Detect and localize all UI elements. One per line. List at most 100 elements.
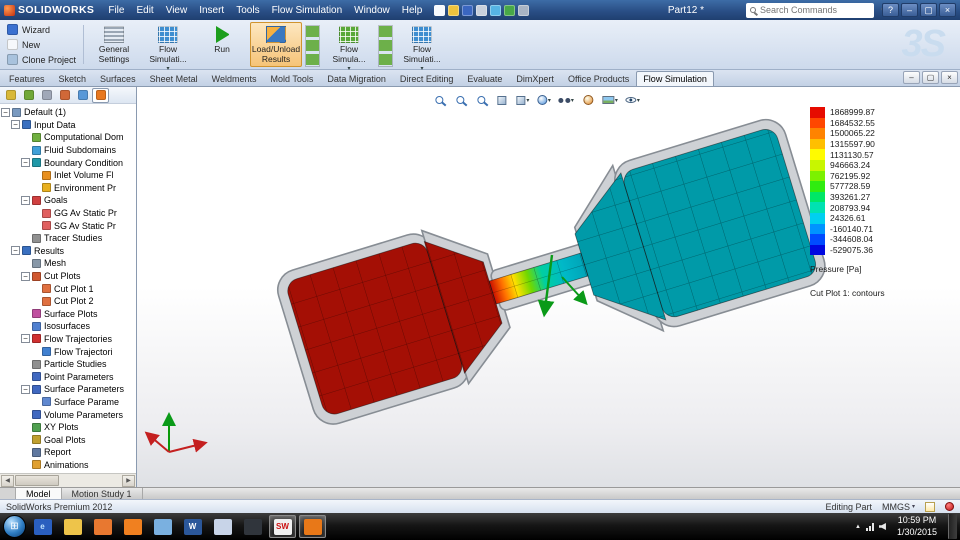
- menu-item[interactable]: Tools: [230, 2, 265, 19]
- solidworks-icon[interactable]: SW: [269, 515, 296, 538]
- word-icon[interactable]: W: [179, 515, 206, 538]
- view-orientation-icon[interactable]: ▾: [515, 92, 531, 108]
- dimxpertmanager-tab[interactable]: [56, 88, 73, 103]
- firefox-icon[interactable]: [119, 515, 146, 538]
- show-desktop-button[interactable]: [948, 514, 957, 539]
- command-tab[interactable]: Sheet Metal: [143, 71, 205, 86]
- wizard-button[interactable]: Wizard: [4, 24, 79, 35]
- tree-item[interactable]: − Flow Trajectories: [0, 333, 136, 346]
- tree-expand-toggle[interactable]: −: [21, 158, 30, 168]
- tree-item[interactable]: − Goals: [0, 194, 136, 207]
- tree-item[interactable]: − Default (1): [0, 106, 136, 119]
- scroll-thumb[interactable]: [15, 475, 59, 486]
- flow-simulation-display-button[interactable]: Flow Simula... ▾: [323, 22, 375, 72]
- tree-expand-toggle[interactable]: −: [21, 384, 30, 394]
- tree-item[interactable]: − Results: [0, 245, 136, 258]
- goals-icon-stack[interactable]: ▾: [377, 22, 394, 67]
- dropdown-arrow-icon[interactable]: ▾: [637, 97, 640, 104]
- media-player-icon[interactable]: [89, 515, 116, 538]
- model-tab[interactable]: Model: [16, 488, 62, 499]
- vlc-icon[interactable]: [239, 515, 266, 538]
- menu-item[interactable]: Flow Simulation: [266, 2, 349, 19]
- menu-item[interactable]: Edit: [130, 2, 159, 19]
- minimize-button[interactable]: –: [901, 3, 918, 17]
- zoom-area-icon[interactable]: ▾: [452, 92, 468, 108]
- tree-item[interactable]: Animations: [0, 459, 136, 472]
- tree-item[interactable]: Cut Plot 1: [0, 282, 136, 295]
- libraries-icon[interactable]: [149, 515, 176, 538]
- command-tab[interactable]: Direct Editing: [393, 71, 461, 86]
- menu-item[interactable]: Insert: [193, 2, 230, 19]
- command-tab[interactable]: Surfaces: [93, 71, 143, 86]
- command-tab[interactable]: Office Products: [561, 71, 636, 86]
- options-icon[interactable]: [518, 4, 530, 16]
- tree-item[interactable]: Point Parameters: [0, 370, 136, 383]
- model-tab[interactable]: Motion Study 1: [62, 488, 143, 499]
- menu-item[interactable]: Window: [348, 2, 396, 19]
- windows-explorer-icon[interactable]: [59, 515, 86, 538]
- dropdown-arrow-icon[interactable]: ▾: [421, 66, 424, 73]
- start-button[interactable]: ⊞: [3, 515, 26, 538]
- command-tab[interactable]: Weldments: [205, 71, 264, 86]
- dropdown-arrow-icon[interactable]: ▾: [571, 97, 574, 104]
- propertymanager-tab[interactable]: [20, 88, 37, 103]
- taskbar-clock[interactable]: 10:59 PM 1/30/2015: [891, 515, 943, 538]
- flow-simulation-features-button[interactable]: Flow Simulati... ▾: [142, 22, 194, 72]
- hide-show-items-icon[interactable]: ▾: [557, 92, 575, 108]
- display-style-icon[interactable]: ▾: [536, 92, 552, 108]
- print-icon[interactable]: [476, 4, 488, 16]
- status-alert-icon[interactable]: [945, 502, 954, 511]
- tree-item[interactable]: Cut Plot 2: [0, 295, 136, 308]
- previous-view-icon[interactable]: ▾: [473, 92, 489, 108]
- tree-item[interactable]: Isosurfaces: [0, 320, 136, 333]
- doc-restore-button[interactable]: ▢: [922, 71, 939, 84]
- configurationmanager-tab[interactable]: [38, 88, 55, 103]
- dropdown-arrow-icon[interactable]: ▾: [615, 97, 618, 104]
- tree-expand-toggle[interactable]: −: [11, 120, 20, 130]
- tree-item[interactable]: Particle Studies: [0, 358, 136, 371]
- tree-item[interactable]: Goal Plots: [0, 433, 136, 446]
- load-unload-results-button[interactable]: Load/Unload Results ▾: [250, 22, 303, 67]
- tree-expand-toggle[interactable]: −: [21, 271, 30, 281]
- tree-item[interactable]: Mesh: [0, 257, 136, 270]
- tree-expand-toggle[interactable]: −: [21, 334, 30, 344]
- tree-item[interactable]: − Surface Parameters: [0, 383, 136, 396]
- tree-item[interactable]: − Cut Plots: [0, 270, 136, 283]
- tree-item[interactable]: − Boundary Condition: [0, 156, 136, 169]
- menu-item[interactable]: View: [160, 2, 194, 19]
- clone-project-button[interactable]: Clone Project: [4, 54, 79, 65]
- tree-expand-toggle[interactable]: −: [21, 195, 30, 205]
- hidden-icons-chevron[interactable]: ▲: [855, 524, 861, 530]
- new-project-button[interactable]: New: [4, 39, 79, 50]
- conditions-icon-stack[interactable]: ▾: [304, 22, 321, 67]
- tree-item[interactable]: Environment Pr: [0, 182, 136, 195]
- tree-item[interactable]: Flow Trajectori: [0, 345, 136, 358]
- featuremanager-tab[interactable]: [2, 88, 19, 103]
- status-note-icon[interactable]: [925, 501, 935, 512]
- apply-scene-icon[interactable]: ▾: [601, 92, 619, 108]
- internet-explorer-icon[interactable]: e: [29, 515, 56, 538]
- volume-icon[interactable]: [878, 523, 886, 530]
- flow-simulation-tab[interactable]: [92, 87, 109, 103]
- mail-icon[interactable]: [209, 515, 236, 538]
- dropdown-arrow-icon[interactable]: ▾: [167, 66, 170, 73]
- menu-item[interactable]: File: [102, 2, 130, 19]
- command-search[interactable]: ▾: [746, 2, 885, 18]
- graphics-area[interactable]: ▾ ▾ ▾ ▾ ▾ ▾: [137, 87, 960, 487]
- tree-item[interactable]: GG Av Static Pr: [0, 207, 136, 220]
- units-dropdown[interactable]: MMGS: [882, 502, 915, 512]
- tree-item[interactable]: Report: [0, 446, 136, 459]
- tree-item[interactable]: Volume Parameters: [0, 408, 136, 421]
- search-input[interactable]: [760, 5, 877, 15]
- flow-simulation-icon[interactable]: [299, 515, 326, 538]
- tree-item[interactable]: Surface Parame: [0, 396, 136, 409]
- command-tab[interactable]: Sketch: [52, 71, 94, 86]
- view-settings-icon[interactable]: ▾: [624, 92, 641, 108]
- dropdown-arrow-icon[interactable]: ▾: [526, 97, 529, 104]
- tree-item[interactable]: XY Plots: [0, 421, 136, 434]
- rebuild-icon[interactable]: [504, 4, 516, 16]
- save-icon[interactable]: [462, 4, 474, 16]
- doc-close-button[interactable]: ×: [941, 71, 958, 84]
- tree-expand-toggle[interactable]: −: [1, 107, 10, 117]
- dropdown-arrow-icon[interactable]: ▾: [348, 66, 351, 73]
